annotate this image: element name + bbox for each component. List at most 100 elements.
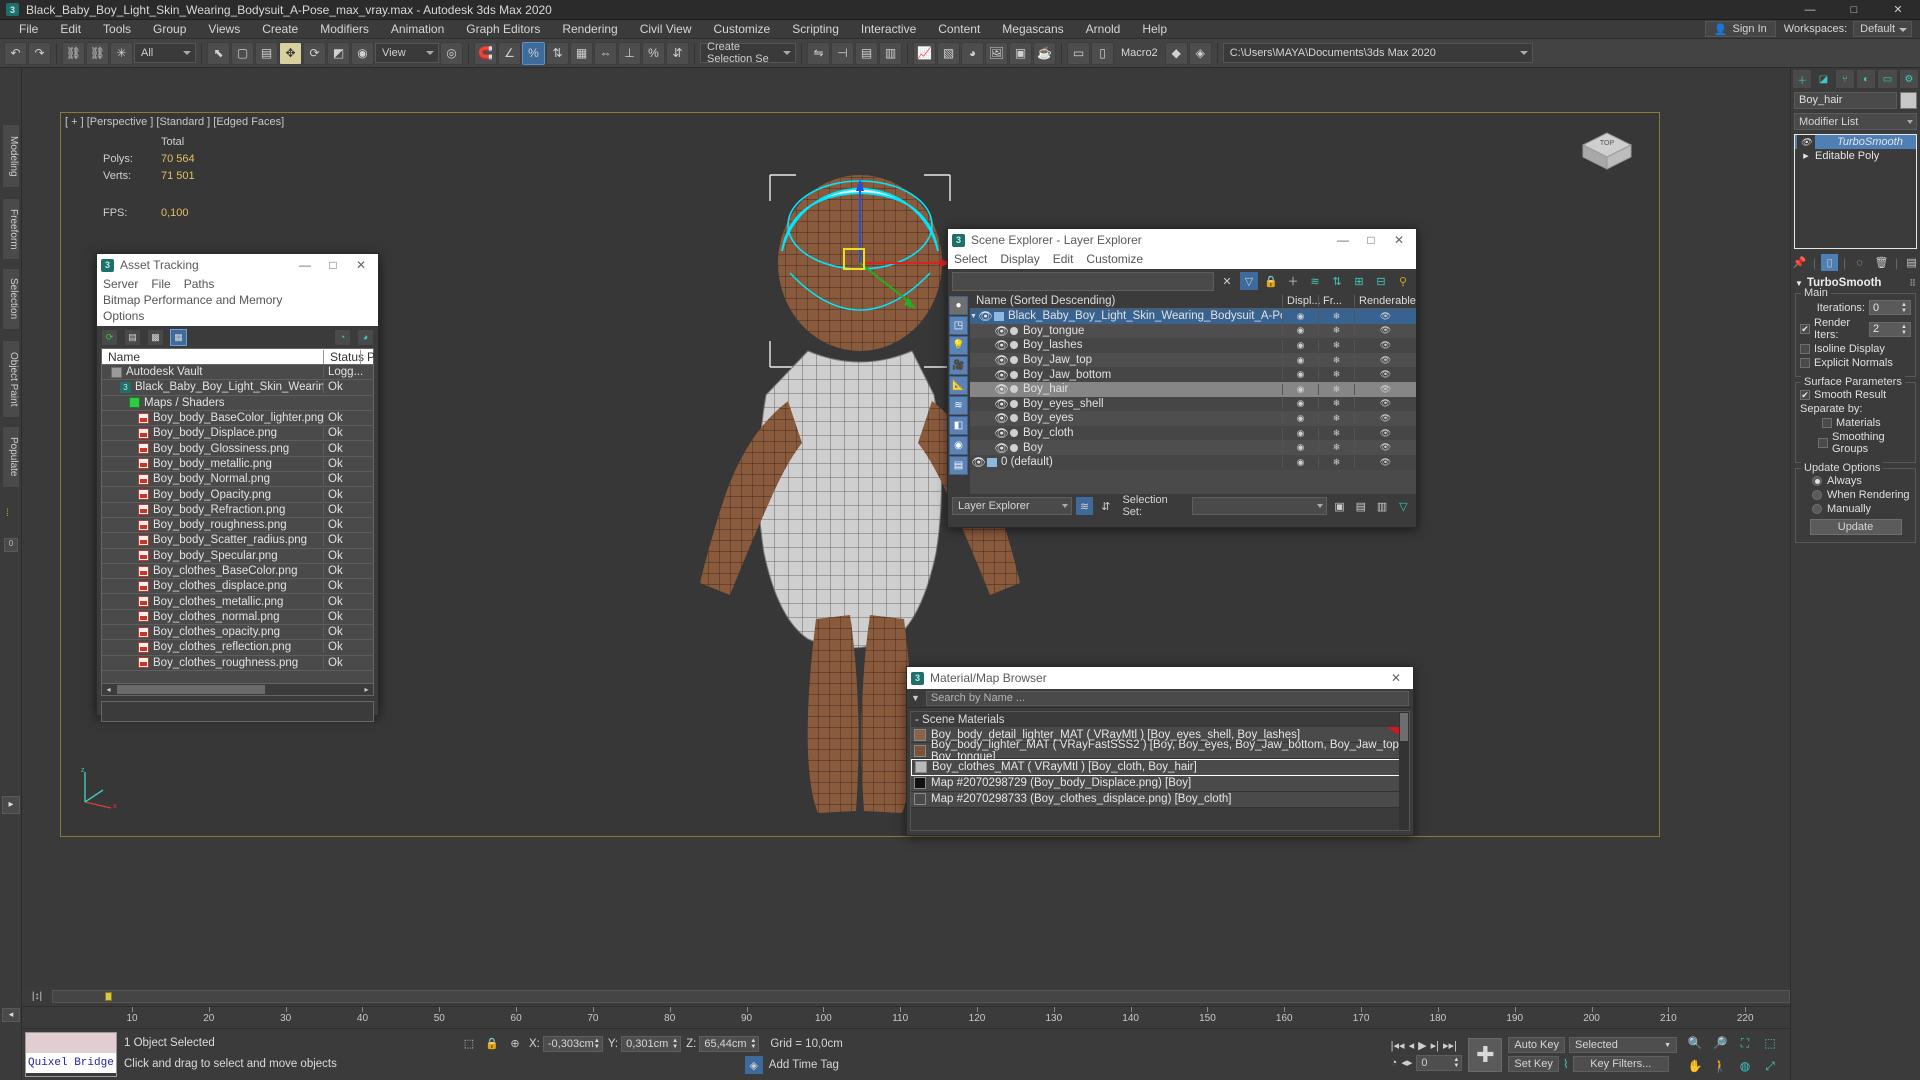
object-color-dot[interactable] bbox=[1010, 429, 1018, 438]
sign-in-button[interactable]: 👤 Sign In bbox=[1704, 21, 1776, 37]
scene-row-frozen-cell[interactable]: ❄ bbox=[1318, 339, 1354, 351]
scene-row-renderable-cell[interactable]: 👁 bbox=[1354, 310, 1416, 322]
undo-icon[interactable]: ↶ bbox=[4, 41, 27, 65]
filter-helpers-icon[interactable]: 📐 bbox=[949, 376, 968, 395]
scene-explorer-tree[interactable]: Name (Sorted Descending) Displ... Fr... … bbox=[970, 293, 1416, 494]
material-row[interactable]: Boy_clothes_MAT ( VRayMtl ) [Boy_cloth, … bbox=[911, 759, 1409, 776]
column-name[interactable]: Name bbox=[102, 350, 323, 364]
render-iters-spinner[interactable]: 2 ▲ ▼ bbox=[1869, 321, 1911, 337]
scene-row-display-cell[interactable]: ◉ bbox=[1282, 398, 1318, 410]
lock-selection-icon[interactable]: 🔒 bbox=[483, 1035, 501, 1053]
iterations-spinner-arrows-icon[interactable]: ▲ ▼ bbox=[1901, 302, 1909, 315]
selection-lock-toggle-icon[interactable]: ⬚ bbox=[460, 1035, 478, 1053]
materials-checkbox[interactable] bbox=[1822, 418, 1832, 428]
object-color-dot[interactable] bbox=[1010, 414, 1018, 423]
menu-content[interactable]: Content bbox=[927, 20, 991, 39]
scroll-thumb[interactable] bbox=[117, 685, 265, 694]
mirror2-icon[interactable]: ⇋ bbox=[807, 41, 830, 65]
tab-utilities[interactable]: ⚙ bbox=[1898, 69, 1919, 89]
asset-menu-server[interactable]: Server bbox=[103, 276, 145, 292]
scene-row-frozen-cell[interactable]: ❄ bbox=[1318, 310, 1354, 322]
scene-row-frozen-cell[interactable]: ❄ bbox=[1318, 412, 1354, 424]
scene-materials-group[interactable]: - Scene Materials bbox=[911, 712, 1409, 727]
rail-left-arrow-icon[interactable]: ◂ bbox=[2, 1008, 20, 1022]
selection-filter-dropdown[interactable]: All bbox=[134, 43, 196, 63]
layer-manager-icon[interactable]: ▤ bbox=[855, 41, 878, 65]
se-menu-select[interactable]: Select bbox=[954, 251, 994, 267]
scene-explorer-row[interactable]: 👁 Boy_eyes ◉ ❄ 👁 bbox=[970, 411, 1416, 426]
vault-login-icon[interactable]: ◔ bbox=[334, 328, 351, 346]
macro-recorder-icon[interactable]: ▭ bbox=[1067, 41, 1090, 65]
maximize-button[interactable]: □ bbox=[1832, 0, 1876, 20]
table-row[interactable]: 3 Black_Baby_Boy_Light_Skin_Wearing_B...O… bbox=[102, 380, 373, 396]
scene-explorer-row[interactable]: 👁 Boy_hair ◉ ❄ 👁 bbox=[970, 381, 1416, 397]
rail-arrow-icon[interactable]: ▸ bbox=[2, 796, 20, 814]
select-and-move-icon[interactable]: ✥ bbox=[279, 41, 302, 65]
scene-explorer-row[interactable]: 👁 Boy_Jaw_bottom ◉ ❄ 👁 bbox=[970, 367, 1416, 382]
quixel-bridge-panel[interactable]: Quixel Bridge bbox=[25, 1032, 117, 1077]
asset-menu-file[interactable]: File bbox=[151, 276, 177, 292]
menu-graph-editors[interactable]: Graph Editors bbox=[455, 20, 551, 39]
object-color-dot[interactable] bbox=[1010, 370, 1018, 379]
vault-settings-icon[interactable]: ◕ bbox=[357, 328, 374, 346]
bind-space-warp-icon[interactable]: ✳ bbox=[110, 41, 133, 65]
key-filter-toggle-icon[interactable]: ⌇ bbox=[1563, 1057, 1569, 1071]
update-always-row[interactable]: Always bbox=[1800, 475, 1911, 487]
y-input[interactable]: 0,301cm ▲ ▼ bbox=[621, 1035, 682, 1052]
scene-row-display-cell[interactable]: ◉ bbox=[1282, 354, 1318, 366]
menu-edit[interactable]: Edit bbox=[49, 20, 92, 39]
orbit-icon[interactable]: ◍ bbox=[1733, 1055, 1757, 1077]
table-row[interactable]: Boy_body_roughness.png Ok bbox=[102, 518, 373, 534]
material-row[interactable]: Map #2070298733 (Boy_clothes_displace.pn… bbox=[911, 791, 1409, 808]
explorer-name-dropdown[interactable]: Layer Explorer bbox=[952, 497, 1072, 515]
add-time-tag-label[interactable]: Add Time Tag bbox=[769, 1059, 839, 1071]
smoothing-groups-checkbox[interactable] bbox=[1818, 438, 1828, 448]
isoline-row[interactable]: Isoline Display bbox=[1800, 343, 1911, 355]
scene-row-display-cell[interactable]: ◉ bbox=[1282, 369, 1318, 381]
asset-tracking-window[interactable]: 3 Asset Tracking — □ ✕ Server File Paths… bbox=[96, 253, 379, 722]
goto-end-icon[interactable]: ▸▸| bbox=[1443, 1039, 1457, 1052]
material-editor-icon[interactable]: ◕ bbox=[961, 41, 984, 65]
scene-row-renderable-cell[interactable]: 👁 bbox=[1354, 456, 1416, 468]
scene-explorer-row[interactable]: 👁 0 (default) ◉ ❄ 👁 bbox=[970, 454, 1416, 470]
scene-explorer-icon[interactable]: ▥ bbox=[879, 41, 902, 65]
filter-icon[interactable]: ▽ bbox=[1240, 272, 1258, 290]
se-column-display[interactable]: Displ... bbox=[1282, 294, 1321, 307]
filter-lights-icon[interactable]: 💡 bbox=[949, 336, 968, 355]
filter-shapes-icon[interactable]: ◳ bbox=[949, 316, 968, 335]
material-browser-close[interactable]: ✕ bbox=[1383, 668, 1409, 688]
scene-explorer-close[interactable]: ✕ bbox=[1386, 230, 1412, 250]
se-menu-edit[interactable]: Edit bbox=[1053, 251, 1081, 267]
menu-create[interactable]: Create bbox=[251, 20, 309, 39]
nest-icon[interactable]: ⊞ bbox=[1350, 272, 1368, 290]
update-always-radio[interactable] bbox=[1812, 476, 1822, 486]
scene-row-frozen-cell[interactable]: ❄ bbox=[1318, 427, 1354, 439]
visibility-eye-icon[interactable]: 👁 bbox=[994, 325, 1009, 337]
visibility-eye-icon[interactable]: 👁 bbox=[994, 398, 1009, 410]
track-bar-track[interactable] bbox=[52, 990, 1790, 1003]
maximize-viewport-icon[interactable]: ⤢ bbox=[1758, 1055, 1782, 1077]
scene-row-display-cell[interactable]: ◉ bbox=[1282, 442, 1318, 454]
tab-modify[interactable]: ◪ bbox=[1813, 69, 1834, 89]
layer-mode-icon[interactable]: ≋ bbox=[1075, 497, 1094, 515]
se-menu-customize[interactable]: Customize bbox=[1086, 251, 1150, 267]
se-column-frozen[interactable]: Fr... bbox=[1318, 294, 1354, 307]
render-setup-icon[interactable]: 🖼 bbox=[985, 41, 1008, 65]
expand-arrow-icon[interactable]: ▼ bbox=[970, 313, 977, 320]
material-rows[interactable]: Boy_body_detail_lighter_MAT ( VRayMtl ) … bbox=[911, 727, 1409, 808]
material-row[interactable]: Boy_body_lighter_MAT ( VRayFastSSS2 ) [B… bbox=[911, 739, 1409, 763]
project-path-dropdown[interactable]: C:\Users\MAYA\Documents\3ds Max 2020 bbox=[1222, 43, 1533, 63]
menu-scripting[interactable]: Scripting bbox=[781, 20, 850, 39]
isoline-checkbox[interactable] bbox=[1800, 344, 1810, 354]
scene-explorer-row[interactable]: ▼ 👁 Black_Baby_Boy_Light_Skin_Wearing_Body… bbox=[970, 309, 1416, 324]
filter-selection-icon[interactable]: ▽ bbox=[1395, 497, 1412, 515]
pin-stack-icon[interactable]: 📌 bbox=[1791, 254, 1808, 271]
x-input[interactable]: -0,303cm ▲ ▼ bbox=[542, 1035, 603, 1052]
asset-tracking-hscrollbar[interactable]: ◂ ▸ bbox=[101, 683, 374, 696]
table-row[interactable]: Maps / Shaders bbox=[102, 396, 373, 411]
column-p[interactable]: P bbox=[360, 349, 375, 364]
asset-menu-options[interactable]: Options bbox=[103, 308, 366, 324]
timeline-ruler[interactable]: 10 20 30 40 50 60 70 80 90 100 110 120 130 140 150 160 1… bbox=[22, 1006, 1790, 1028]
vtab-populate[interactable]: Populate bbox=[2, 426, 20, 488]
table-row[interactable]: Boy_body_Glossiness.png Ok bbox=[102, 441, 373, 457]
